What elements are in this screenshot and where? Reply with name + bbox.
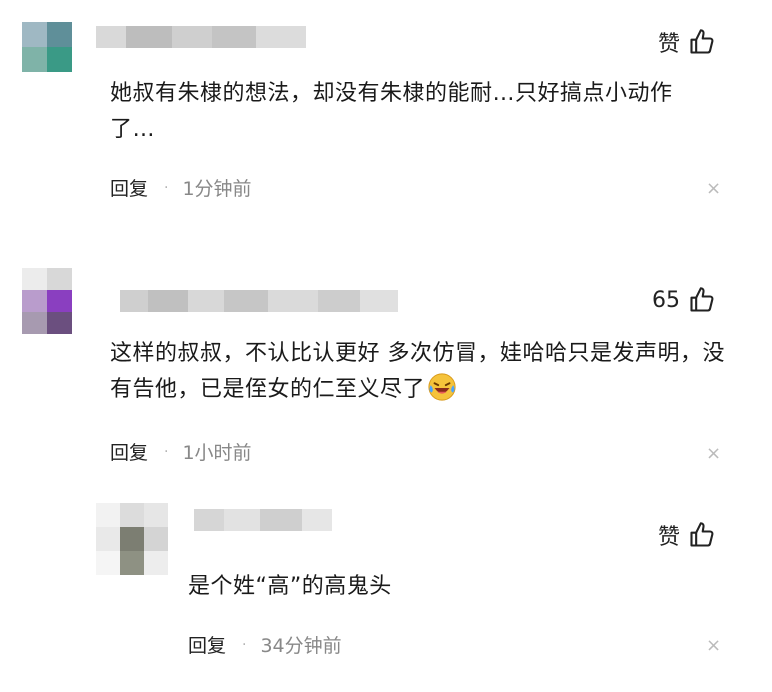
- like-label: 赞: [658, 32, 681, 57]
- reply-button[interactable]: 回复: [110, 438, 148, 465]
- comment-text: 她叔有朱棣的想法，却没有朱棣的能耐…只好搞点小动作了…: [110, 81, 673, 142]
- close-icon[interactable]: ×: [706, 443, 721, 464]
- separator: ·: [164, 443, 169, 460]
- comment-meta: 回复 · 1小时前: [110, 438, 252, 465]
- separator: ·: [164, 179, 169, 196]
- comment-text: 是个姓“高”的高鬼头: [188, 574, 392, 599]
- like-button[interactable]: 65: [652, 286, 716, 314]
- comment-item: 赞 她叔有朱棣的想法，却没有朱棣的能耐…只好搞点小动作了… 回复 · 1分钟前 …: [0, 0, 772, 240]
- username-blurred[interactable]: [194, 509, 332, 531]
- laughing-crying-emoji-icon: [428, 373, 456, 401]
- avatar[interactable]: [96, 503, 168, 575]
- comment-meta: 回复 · 34分钟前: [188, 631, 342, 658]
- thumbs-up-icon: [690, 287, 714, 312]
- timestamp: 1分钟前: [182, 178, 252, 200]
- avatar[interactable]: [22, 22, 72, 72]
- avatar[interactable]: [22, 268, 72, 334]
- username-blurred[interactable]: [120, 290, 398, 312]
- comment-meta: 回复 · 1分钟前: [110, 174, 252, 201]
- thumbs-up-icon: [690, 29, 714, 54]
- like-button[interactable]: 赞: [658, 519, 716, 551]
- close-icon[interactable]: ×: [706, 178, 721, 199]
- comment-item: 65 这样的叔叔，不认比认更好 多次仿冒，娃哈哈只是发声明，没有告他，已是侄女的…: [0, 250, 772, 490]
- close-icon[interactable]: ×: [706, 635, 721, 656]
- reply-button[interactable]: 回复: [188, 631, 226, 658]
- like-label: 赞: [658, 525, 681, 550]
- like-count: 65: [652, 287, 680, 313]
- reply-button[interactable]: 回复: [110, 174, 148, 201]
- reply-comment-item: 赞 是个姓“高”的高鬼头 回复 · 34分钟前 ×: [0, 495, 772, 692]
- like-button[interactable]: 赞: [658, 26, 716, 58]
- separator: ·: [242, 636, 247, 653]
- timestamp: 1小时前: [182, 442, 252, 464]
- thumbs-up-icon: [690, 522, 714, 547]
- timestamp: 34分钟前: [260, 635, 342, 657]
- username-blurred[interactable]: [96, 26, 306, 48]
- comment-text: 这样的叔叔，不认比认更好 多次仿冒，娃哈哈只是发声明，没有告他，已是侄女的仁至义…: [110, 341, 725, 402]
